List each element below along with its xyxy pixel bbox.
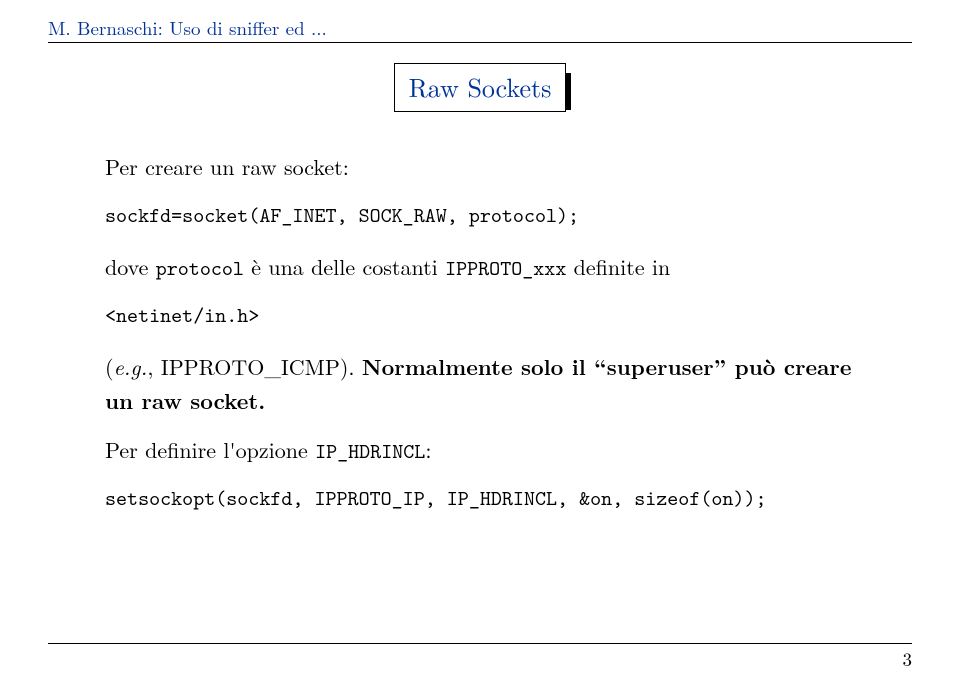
- bottom-rule: [48, 643, 912, 644]
- page-container: M. Bernaschi: Uso di sniffer ed ... Raw …: [0, 0, 960, 692]
- top-rule: [48, 42, 912, 43]
- eg-rest: , IPPROTO_ICMP).: [147, 351, 362, 382]
- text-definite-in: definite in: [566, 251, 670, 282]
- code-netinet-header: <netinet/in.h>: [105, 299, 865, 332]
- text-per-definire: Per definire l'opzione: [105, 434, 315, 465]
- running-header: M. Bernaschi: Uso di sniffer ed ...: [48, 14, 327, 41]
- page-number: 3: [902, 645, 912, 672]
- protocol-explain: dove protocol è una delle costanti IPPRO…: [105, 250, 865, 285]
- content-area: Per creare un raw socket: sockfd=socket(…: [105, 150, 865, 533]
- text-dove: dove: [105, 251, 156, 282]
- code-socket-call: sockfd=socket(AF_INET, SOCK_RAW, protoco…: [105, 199, 865, 232]
- code-ip-hdrincl: IP_HDRINCL: [315, 437, 425, 465]
- paren-open: (: [105, 351, 114, 382]
- code-ipproto-xxx: IPPROTO_xxx: [445, 254, 566, 282]
- colon: :: [425, 434, 431, 465]
- text-euna: è una delle costanti: [244, 251, 445, 282]
- code-setsockopt: setsockopt(sockfd, IPPROTO_IP, IP_HDRINC…: [105, 482, 865, 515]
- slide-title: Raw Sockets: [394, 63, 567, 112]
- title-wrap: Raw Sockets: [0, 68, 960, 105]
- eg-superuser: (e.g., IPPROTO_ICMP). Normalmente solo i…: [105, 350, 865, 418]
- title-box: Raw Sockets: [394, 68, 567, 105]
- hdrincl-line: Per definire l'opzione IP_HDRINCL:: [105, 433, 865, 468]
- intro-line: Per creare un raw socket:: [105, 150, 865, 184]
- eg-italic: e.g.: [114, 351, 148, 382]
- code-protocol: protocol: [156, 254, 244, 282]
